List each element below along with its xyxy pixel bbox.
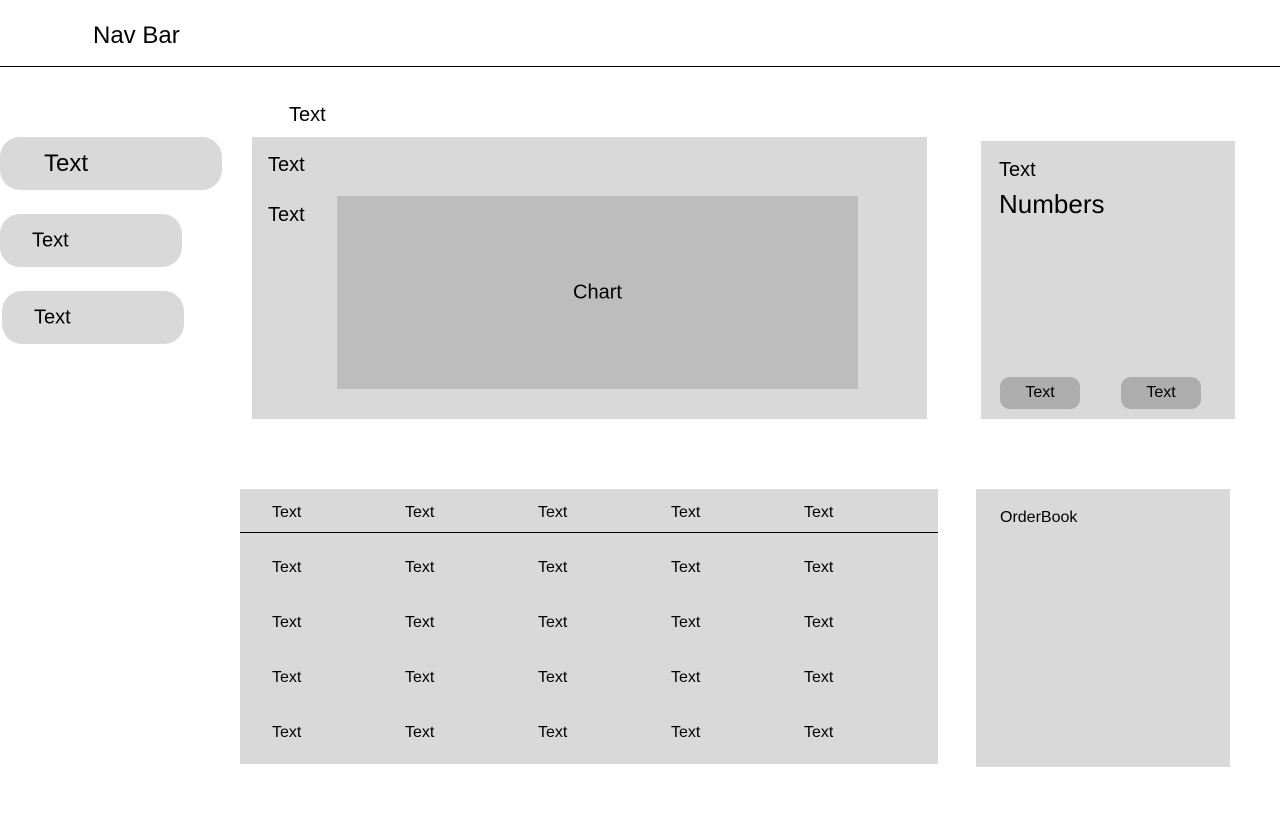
orderbook-panel: OrderBook <box>976 489 1230 767</box>
table-row[interactable]: Text Text Text Text Text <box>240 559 938 579</box>
orderbook-title: OrderBook <box>1000 509 1078 526</box>
table-cell: Text <box>272 669 302 686</box>
table-cell: Text <box>671 724 701 741</box>
column-header: Text <box>272 504 302 521</box>
sidebar-item-label: Text <box>32 229 69 251</box>
table-cell: Text <box>405 669 435 686</box>
table-cell: Text <box>405 724 435 741</box>
nav-title: Nav Bar <box>93 22 180 49</box>
table-cell: Text <box>671 559 701 576</box>
column-header: Text <box>804 504 834 521</box>
column-header: Text <box>538 504 568 521</box>
column-header: Text <box>405 504 435 521</box>
stats-button-2[interactable]: Text <box>1121 377 1201 409</box>
column-header: Text <box>671 504 701 521</box>
sidebar-item-1[interactable]: Text <box>0 137 222 190</box>
section-label: Text <box>289 104 326 126</box>
stats-panel: Text Numbers Text Text <box>981 141 1235 419</box>
table-row[interactable]: Text Text Text Text Text <box>240 614 938 634</box>
table-cell: Text <box>804 724 834 741</box>
table-cell: Text <box>538 669 568 686</box>
data-table: Text Text Text Text Text Text Text Text Text Text… <box>240 489 938 764</box>
table-cell: Text <box>538 559 568 576</box>
table-header-row: Text Text Text Text Text <box>240 504 938 524</box>
table-cell: Text <box>804 559 834 576</box>
sidebar-item-2[interactable]: Text <box>0 214 182 267</box>
header-divider <box>240 532 938 533</box>
chart-panel: Text Text Chart <box>252 137 927 419</box>
sidebar-item-3[interactable]: Text <box>2 291 184 344</box>
table-cell: Text <box>804 614 834 631</box>
table-row[interactable]: Text Text Text Text Text <box>240 669 938 689</box>
stats-label: Text <box>999 159 1036 181</box>
chart-placeholder: Chart <box>573 281 622 303</box>
table-cell: Text <box>538 724 568 741</box>
stats-value: Numbers <box>999 189 1105 219</box>
table-cell: Text <box>538 614 568 631</box>
table-row[interactable]: Text Text Text Text Text <box>240 724 938 744</box>
table-cell: Text <box>405 559 435 576</box>
table-cell: Text <box>405 614 435 631</box>
nav-bar: Nav Bar <box>0 0 1280 67</box>
chart-axis-label: Text <box>268 204 305 226</box>
chart-area[interactable]: Chart <box>337 196 858 389</box>
table-cell: Text <box>272 559 302 576</box>
table-cell: Text <box>804 669 834 686</box>
stats-button-1[interactable]: Text <box>1000 377 1080 409</box>
table-cell: Text <box>272 724 302 741</box>
chart-panel-title: Text <box>268 154 305 176</box>
sidebar-item-label: Text <box>34 306 71 328</box>
table-cell: Text <box>671 614 701 631</box>
table-cell: Text <box>272 614 302 631</box>
sidebar-item-label: Text <box>44 149 89 177</box>
table-cell: Text <box>671 669 701 686</box>
